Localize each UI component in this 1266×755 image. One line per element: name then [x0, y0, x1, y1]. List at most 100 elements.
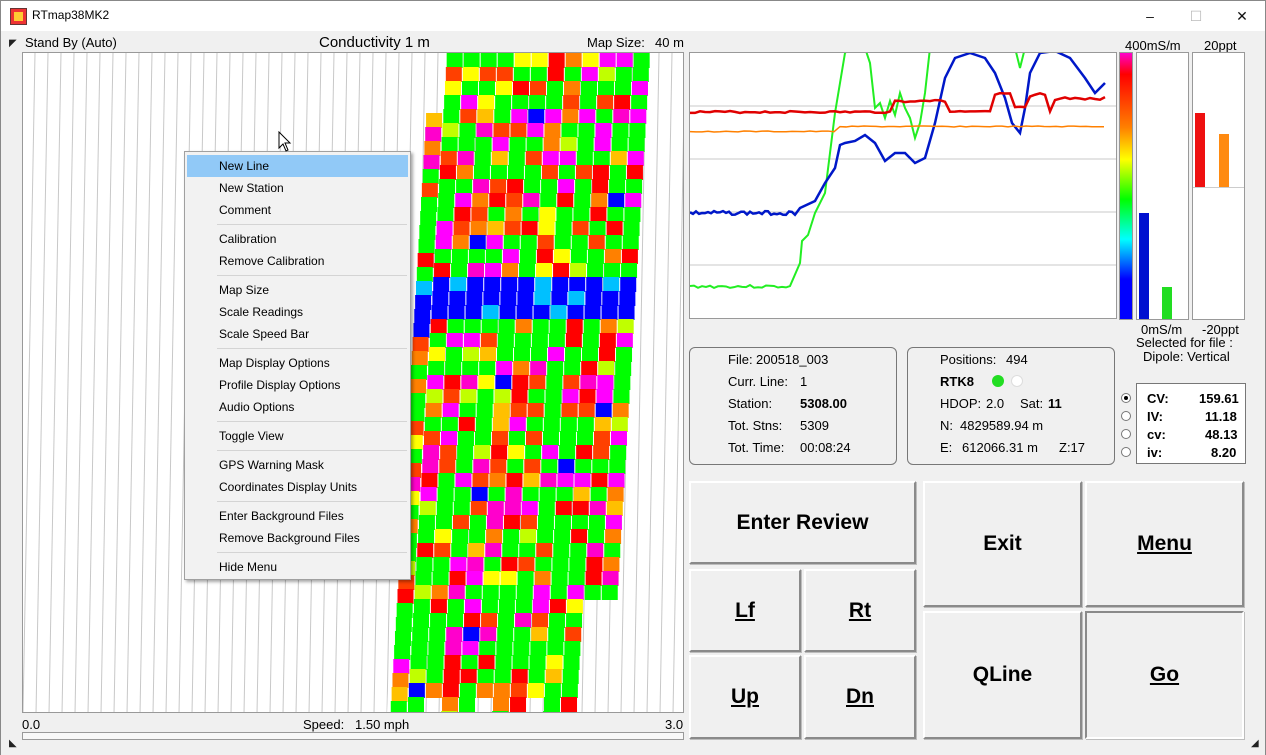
map-cell: [452, 235, 469, 250]
map-cell: [466, 291, 483, 306]
map-cell: [520, 529, 537, 544]
enter-review-button[interactable]: Enter Review: [689, 481, 916, 564]
menu-item-profile-display-options[interactable]: Profile Display Options: [187, 374, 408, 396]
map-cell: [486, 235, 503, 250]
menu-item-audio-options[interactable]: Audio Options: [187, 396, 408, 418]
map-cell: [521, 221, 538, 236]
menu-button[interactable]: Menu: [1085, 481, 1244, 607]
reading-label: IV:: [1147, 409, 1163, 424]
maximize-icon[interactable]: ☐: [1173, 1, 1219, 31]
left-button[interactable]: Lf: [689, 569, 801, 652]
map-cell: [554, 235, 571, 250]
map-cell: [447, 613, 464, 628]
map-cell: [518, 557, 535, 572]
map-cell: [444, 655, 461, 670]
menu-item-new-station[interactable]: New Station: [187, 177, 408, 199]
title-bar[interactable]: RTmap38MK2 – ☐ ✕: [1, 1, 1265, 31]
map-cell: [477, 669, 494, 684]
map-cell: [512, 95, 529, 110]
map-cell: [593, 151, 610, 166]
ip-scale-max: 20ppt: [1204, 38, 1237, 53]
map-cell: [504, 501, 521, 516]
close-icon[interactable]: ✕: [1219, 1, 1265, 31]
map-cell: [439, 459, 456, 474]
menu-item-map-display-options[interactable]: Map Display Options: [187, 352, 408, 374]
map-cell: [430, 599, 447, 614]
right-button[interactable]: Rt: [804, 569, 916, 652]
map-cell: [413, 599, 430, 614]
menu-item-map-size[interactable]: Map Size: [187, 279, 408, 301]
map-cell: [589, 501, 606, 516]
map-cell: [480, 333, 497, 348]
map-cell: [531, 53, 548, 68]
map-cell: [534, 571, 551, 586]
menu-item-calibration[interactable]: Calibration: [187, 228, 408, 250]
menu-item-gps-warning-mask[interactable]: GPS Warning Mask: [187, 454, 408, 476]
map-cell: [597, 375, 614, 390]
map-cell: [568, 291, 585, 306]
qline-button[interactable]: QLine: [923, 611, 1082, 739]
menu-separator: [217, 275, 407, 276]
map-title: Conductivity 1 m: [319, 34, 430, 51]
map-cell: [546, 95, 563, 110]
map-cell: [521, 501, 538, 516]
map-cell: [416, 267, 433, 282]
time-label: Tot. Time:: [728, 440, 785, 455]
menu-item-comment[interactable]: Comment: [187, 199, 408, 221]
map-cell: [519, 543, 536, 558]
menu-item-remove-calibration[interactable]: Remove Calibration: [187, 250, 408, 272]
qline-label: QLine: [972, 663, 1033, 686]
map-cell: [591, 193, 608, 208]
menu-item-enter-background-files[interactable]: Enter Background Files: [187, 505, 408, 527]
color-scale-bar: [1119, 52, 1133, 320]
map-cell: [616, 53, 633, 68]
menu-item-remove-background-files[interactable]: Remove Background Files: [187, 527, 408, 549]
map-cell: [498, 599, 515, 614]
map-cell: [470, 501, 487, 516]
down-button[interactable]: Dn: [804, 655, 916, 739]
exit-button[interactable]: Exit: [923, 481, 1082, 607]
menu-item-scale-speed-bar[interactable]: Scale Speed Bar: [187, 323, 408, 345]
radio-cv[interactable]: [1121, 393, 1131, 403]
radio-iv-small[interactable]: [1121, 447, 1131, 457]
map-cell: [568, 571, 585, 586]
map-cell: [544, 683, 561, 698]
map-cell: [509, 137, 526, 152]
map-cell: [480, 627, 497, 642]
map-cell: [482, 305, 499, 320]
grid-line: [48, 53, 62, 712]
grid-line: [672, 135, 683, 712]
menu-item-scale-readings[interactable]: Scale Readings: [187, 301, 408, 323]
map-cell: [525, 445, 542, 460]
map-cell: [472, 473, 489, 488]
menu-item-toggle-view[interactable]: Toggle View: [187, 425, 408, 447]
map-cell: [442, 123, 459, 138]
stns-value: 5309: [800, 418, 829, 433]
minimize-icon[interactable]: –: [1127, 1, 1173, 31]
map-cell: [442, 697, 459, 712]
grid-line: [126, 53, 140, 712]
menu-item-coordinates-display-units[interactable]: Coordinates Display Units: [187, 476, 408, 498]
menu-item-hide-menu[interactable]: Hide Menu: [187, 556, 408, 578]
radio-cv-small[interactable]: [1121, 429, 1131, 439]
map-cell: [507, 179, 524, 194]
map-cell: [552, 277, 569, 292]
map-cell: [570, 249, 587, 264]
up-button[interactable]: Up: [689, 655, 801, 739]
map-cell: [611, 417, 628, 432]
map-cell: [429, 333, 446, 348]
map-cell: [492, 711, 509, 712]
map-cell: [538, 221, 555, 236]
map-cell: [452, 515, 469, 530]
map-cell: [569, 557, 586, 572]
map-cell: [390, 701, 407, 712]
map-cell: [544, 403, 561, 418]
radio-iv[interactable]: [1121, 411, 1131, 421]
map-cell: [434, 263, 451, 278]
go-button[interactable]: Go: [1085, 611, 1244, 739]
map-cell: [495, 375, 512, 390]
map-cell: [560, 417, 577, 432]
map-cell: [566, 599, 583, 614]
menu-item-new-line[interactable]: New Line: [187, 155, 408, 177]
map-cell: [474, 431, 491, 446]
